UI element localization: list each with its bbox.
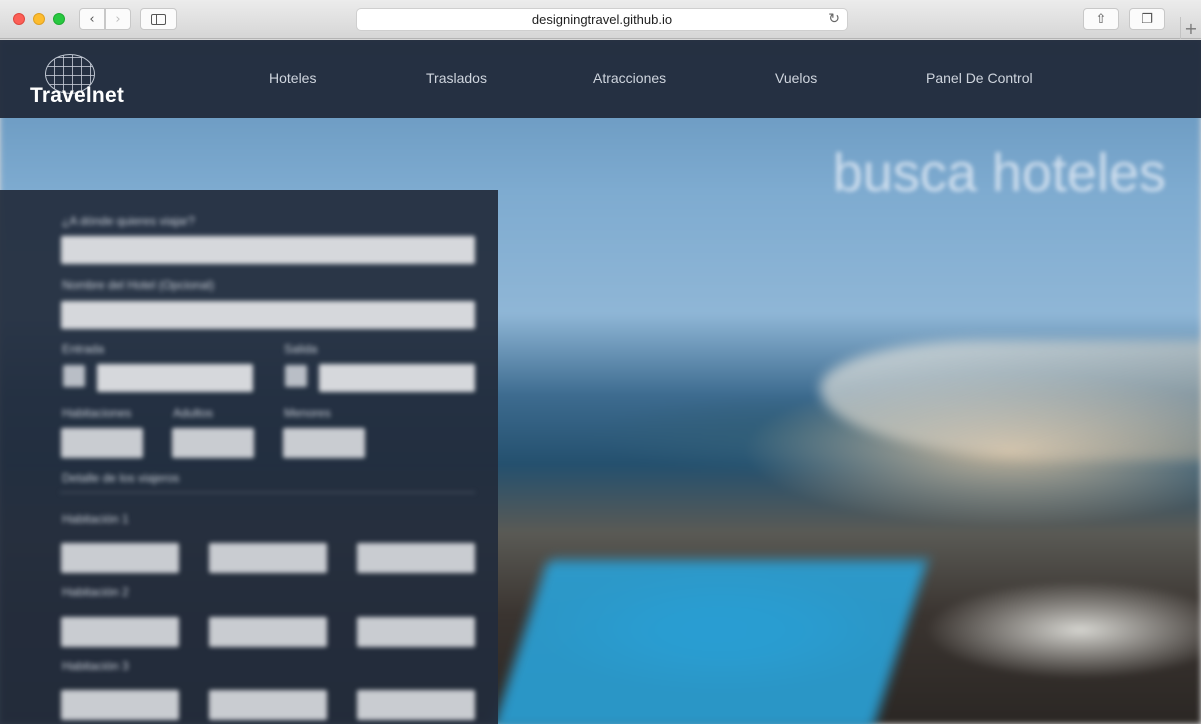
new-tab-button[interactable]: + bbox=[1180, 17, 1201, 39]
adults-label: Adultos bbox=[173, 406, 214, 420]
plus-icon: + bbox=[1184, 18, 1198, 38]
minimize-window-button[interactable] bbox=[33, 13, 45, 25]
hotel-name-label: Nombre del Hotel (Opcional) bbox=[62, 278, 215, 292]
chevron-left-icon: ‹ bbox=[89, 11, 95, 27]
room-3-select-b[interactable] bbox=[209, 690, 327, 720]
room-3-select-c[interactable] bbox=[357, 690, 475, 720]
back-button[interactable]: ‹ bbox=[79, 8, 105, 30]
share-icon: ⇧ bbox=[1095, 11, 1107, 27]
reload-icon[interactable]: ↻ bbox=[828, 11, 840, 27]
children-select[interactable] bbox=[283, 428, 365, 458]
calendar-icon[interactable] bbox=[285, 365, 307, 387]
nav-atracciones[interactable]: Atracciones bbox=[593, 70, 666, 86]
checkout-label: Salida bbox=[284, 342, 318, 356]
destination-label: ¿A dónde quieres viajar? bbox=[62, 214, 195, 228]
tabs-icon: ❐ bbox=[1141, 11, 1153, 27]
browser-toolbar: ‹ › designingtravel.github.io ↻ ⇧ ❐ + bbox=[0, 0, 1201, 39]
room-2-select-b[interactable] bbox=[209, 617, 327, 647]
nav-traslados[interactable]: Traslados bbox=[426, 70, 487, 86]
share-button[interactable]: ⇧ bbox=[1083, 8, 1119, 30]
destination-input[interactable] bbox=[61, 236, 475, 264]
room-1-select-c[interactable] bbox=[357, 543, 475, 573]
checkin-label: Entrada bbox=[62, 342, 105, 356]
guests-detail-label: Detalle de los viajeros bbox=[62, 471, 180, 485]
room-3-label: Habitación 3 bbox=[62, 659, 129, 673]
room-2-select-a[interactable] bbox=[61, 617, 179, 647]
nav-panel-de-control[interactable]: Panel De Control bbox=[926, 70, 1033, 86]
room-2-label: Habitación 2 bbox=[62, 585, 129, 599]
divider bbox=[60, 492, 475, 493]
address-bar[interactable]: designingtravel.github.io ↻ bbox=[356, 8, 848, 31]
forward-button[interactable]: › bbox=[105, 8, 131, 30]
show-tabs-button[interactable]: ❐ bbox=[1129, 8, 1165, 30]
checkout-date-input[interactable] bbox=[319, 364, 475, 392]
room-3-select-a[interactable] bbox=[61, 690, 179, 720]
brand-logo[interactable]: Travelnet bbox=[30, 52, 124, 110]
close-window-button[interactable] bbox=[13, 13, 25, 25]
hotel-name-input[interactable] bbox=[61, 301, 475, 329]
room-1-select-a[interactable] bbox=[61, 543, 179, 573]
checkin-date-input[interactable] bbox=[97, 364, 253, 392]
sidebar-toggle-button[interactable] bbox=[140, 8, 177, 30]
brand-name: Travelnet bbox=[30, 84, 125, 107]
nav-hoteles[interactable]: Hoteles bbox=[269, 70, 316, 86]
rooms-label: Habitaciones bbox=[62, 406, 132, 420]
chevron-right-icon: › bbox=[115, 11, 121, 27]
sidebar-icon bbox=[151, 13, 166, 25]
site-navbar: Travelnet Hoteles Traslados Atracciones … bbox=[0, 40, 1201, 118]
url-text: designingtravel.github.io bbox=[531, 12, 673, 27]
room-2-select-c[interactable] bbox=[357, 617, 475, 647]
children-label: Menores bbox=[284, 406, 331, 420]
hotel-search-form: ¿A dónde quieres viajar? Nombre del Hote… bbox=[0, 190, 498, 724]
calendar-icon[interactable] bbox=[63, 365, 85, 387]
hero-title: busca hoteles bbox=[832, 143, 1166, 203]
web-page: busca hoteles Travelnet Hoteles Traslado… bbox=[0, 40, 1201, 724]
rooms-select[interactable] bbox=[61, 428, 143, 458]
room-1-select-b[interactable] bbox=[209, 543, 327, 573]
zoom-window-button[interactable] bbox=[53, 13, 65, 25]
nav-vuelos[interactable]: Vuelos bbox=[775, 70, 817, 86]
room-1-label: Habitación 1 bbox=[62, 512, 129, 526]
hero-pool-shape bbox=[492, 560, 928, 724]
adults-select[interactable] bbox=[172, 428, 254, 458]
